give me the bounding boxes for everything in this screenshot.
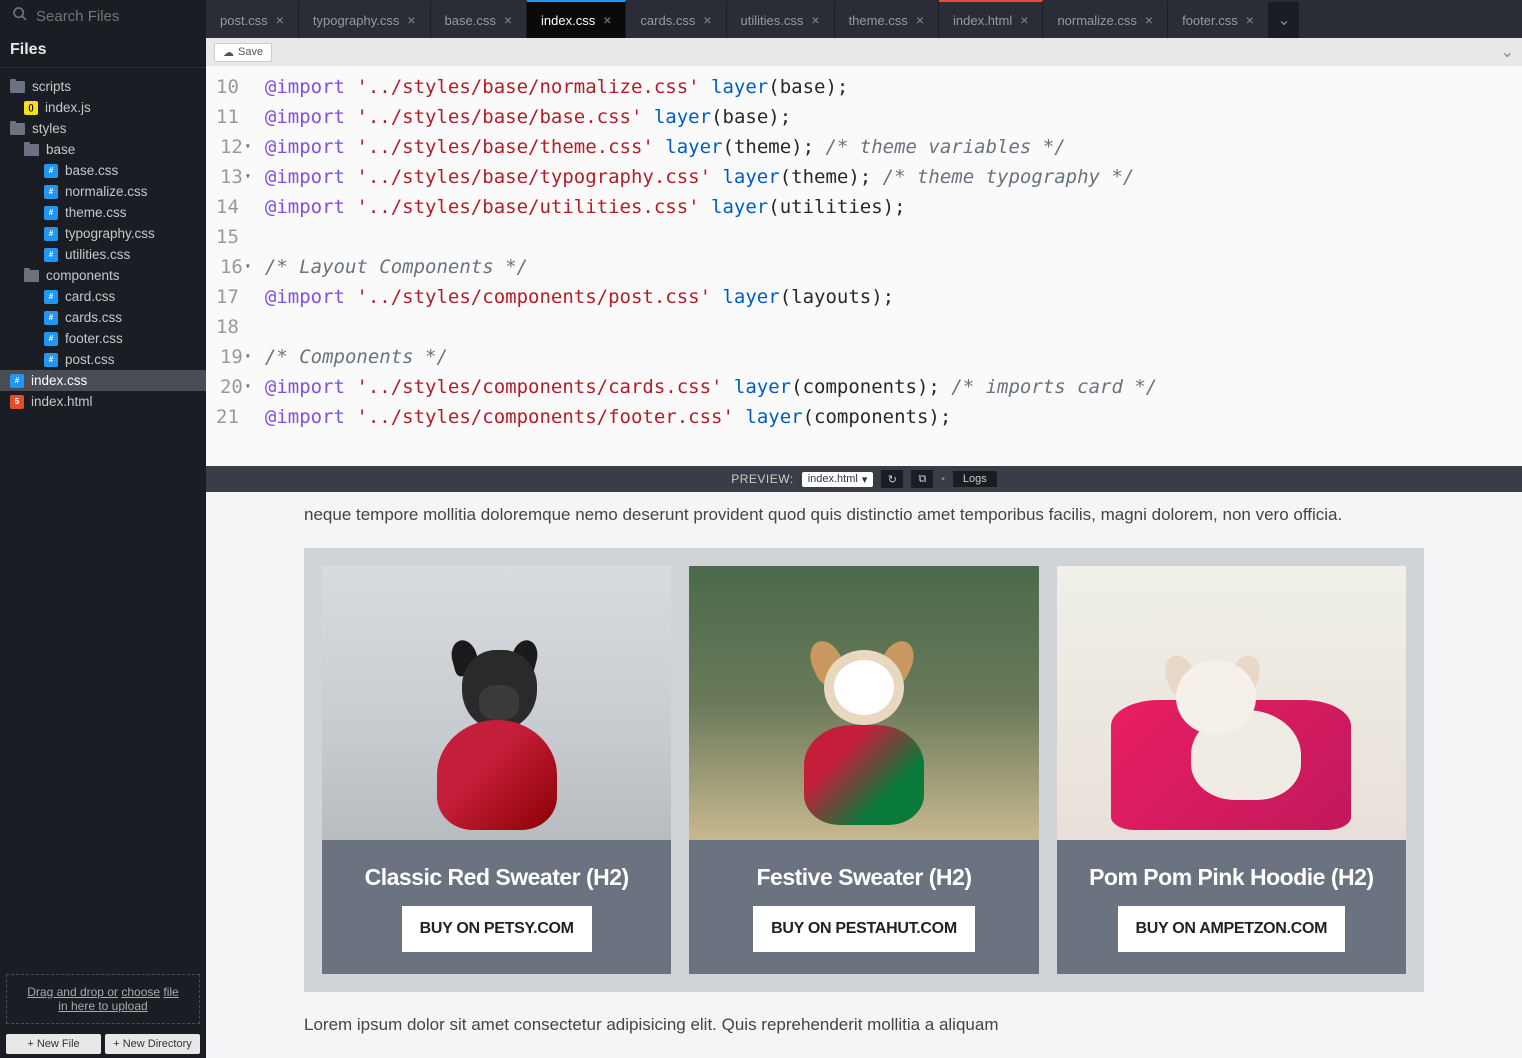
tab-index-html[interactable]: index.html× [939,0,1043,38]
css-file-icon: # [44,290,58,304]
folder-styles[interactable]: styles [0,118,206,139]
cards-container: Classic Red Sweater (H2) BUY ON PETSY.CO… [304,548,1424,993]
preview-paragraph: Lorem ipsum dolor sit amet consectetur a… [304,1012,1424,1038]
cloud-icon: ☁ [223,46,234,59]
close-icon[interactable]: × [703,12,711,28]
tab-base-css[interactable]: base.css× [431,2,528,38]
css-file-icon: # [44,332,58,346]
card-title: Pom Pom Pink Hoodie (H2) [1081,840,1381,907]
drop-zone[interactable]: Drag and drop or choose filein here to u… [6,974,200,1024]
card-image [1057,566,1406,840]
file-theme-css[interactable]: #theme.css [0,202,206,223]
close-icon[interactable]: × [603,12,611,28]
file-post-css[interactable]: #post.css [0,349,206,370]
logs-button[interactable]: Logs [953,471,997,487]
buy-button[interactable]: BUY ON AMPETZON.COM [1118,906,1346,952]
chevron-down-icon: ▾ [862,473,868,486]
search-bar[interactable] [0,0,206,33]
css-file-icon: # [44,353,58,367]
file-index-css[interactable]: #index.css [0,370,206,391]
new-file-button[interactable]: + New File [6,1034,101,1054]
product-card: Pom Pom Pink Hoodie (H2) BUY ON AMPETZON… [1057,566,1406,975]
tab-typography-css[interactable]: typography.css× [299,2,431,38]
popout-icon: ⧉ [918,473,926,486]
css-file-icon: # [44,206,58,220]
close-icon[interactable]: × [1020,12,1028,28]
card-image [322,566,671,840]
refresh-icon: ↻ [888,473,897,486]
files-header: Files [0,33,206,68]
search-icon [12,6,28,27]
folder-scripts[interactable]: scripts [0,76,206,97]
chevron-down-icon: ⌄ [1277,10,1290,30]
search-input[interactable] [36,8,194,25]
css-file-icon: # [44,185,58,199]
close-icon[interactable]: × [407,12,415,28]
folder-icon [10,123,25,135]
file-index-html[interactable]: 5index.html [0,391,206,412]
html-file-icon: 5 [10,395,24,409]
file-tree: scripts ()index.js styles base #base.css… [0,68,206,968]
close-icon[interactable]: × [1145,12,1153,28]
tab-cards-css[interactable]: cards.css× [626,2,726,38]
close-icon[interactable]: × [811,12,819,28]
card-image [689,566,1038,840]
tab-post-css[interactable]: post.css× [206,2,299,38]
card-title: Classic Red Sweater (H2) [357,840,637,907]
file-index-js[interactable]: ()index.js [0,97,206,118]
css-file-icon: # [44,164,58,178]
preview-pane[interactable]: neque tempore mollitia doloremque nemo d… [206,492,1522,1058]
css-file-icon: # [10,374,24,388]
tab-normalize-css[interactable]: normalize.css× [1043,2,1168,38]
code-editor[interactable]: 101112▾13▾141516▾171819▾20▾21 @import '.… [206,66,1522,466]
preview-popout-button[interactable]: ⧉ [911,470,933,488]
tab-overflow-button[interactable]: ⌄ [1269,2,1299,38]
buy-button[interactable]: BUY ON PESTAHUT.COM [753,906,975,952]
tab-theme-css[interactable]: theme.css× [835,2,939,38]
tab-bar: post.css× typography.css× base.css× inde… [206,0,1522,38]
code-content[interactable]: @import '../styles/base/normalize.css' l… [255,66,1167,466]
tab-footer-css[interactable]: footer.css× [1168,2,1269,38]
css-file-icon: # [44,248,58,262]
file-typography-css[interactable]: #typography.css [0,223,206,244]
new-directory-button[interactable]: + New Directory [105,1034,200,1054]
product-card: Festive Sweater (H2) BUY ON PESTAHUT.COM [689,566,1038,975]
line-gutter: 101112▾13▾141516▾171819▾20▾21 [206,66,255,466]
file-cards-css[interactable]: #cards.css [0,307,206,328]
folder-base[interactable]: base [0,139,206,160]
separator-dot: • [941,474,945,485]
buy-button[interactable]: BUY ON PETSY.COM [402,906,592,952]
js-file-icon: () [24,101,38,115]
product-card: Classic Red Sweater (H2) BUY ON PETSY.CO… [322,566,671,975]
preview-refresh-button[interactable]: ↻ [881,470,903,488]
file-normalize-css[interactable]: #normalize.css [0,181,206,202]
css-file-icon: # [44,227,58,241]
folder-icon [24,270,39,282]
choose-link[interactable]: choose [121,985,160,999]
preview-paragraph: neque tempore mollitia doloremque nemo d… [304,502,1424,528]
file-utilities-css[interactable]: #utilities.css [0,244,206,265]
editor-toolbar: ☁Save ⌄ [206,38,1522,66]
save-button[interactable]: ☁Save [214,43,272,62]
css-file-icon: # [44,311,58,325]
preview-label: PREVIEW: [731,472,793,486]
file-card-css[interactable]: #card.css [0,286,206,307]
close-icon[interactable]: × [1246,12,1254,28]
tab-utilities-css[interactable]: utilities.css× [727,2,835,38]
folder-components[interactable]: components [0,265,206,286]
preview-toolbar: PREVIEW: index.html▾ ↻ ⧉ • Logs [206,466,1522,492]
close-icon[interactable]: × [916,12,924,28]
tab-index-css[interactable]: index.css× [527,0,626,38]
toolbar-menu-button[interactable]: ⌄ [1501,42,1514,62]
close-icon[interactable]: × [504,12,512,28]
close-icon[interactable]: × [276,12,284,28]
file-footer-css[interactable]: #footer.css [0,328,206,349]
folder-icon [24,144,39,156]
folder-icon [10,81,25,93]
preview-file-select[interactable]: index.html▾ [802,472,874,487]
file-base-css[interactable]: #base.css [0,160,206,181]
card-title: Festive Sweater (H2) [749,840,980,907]
